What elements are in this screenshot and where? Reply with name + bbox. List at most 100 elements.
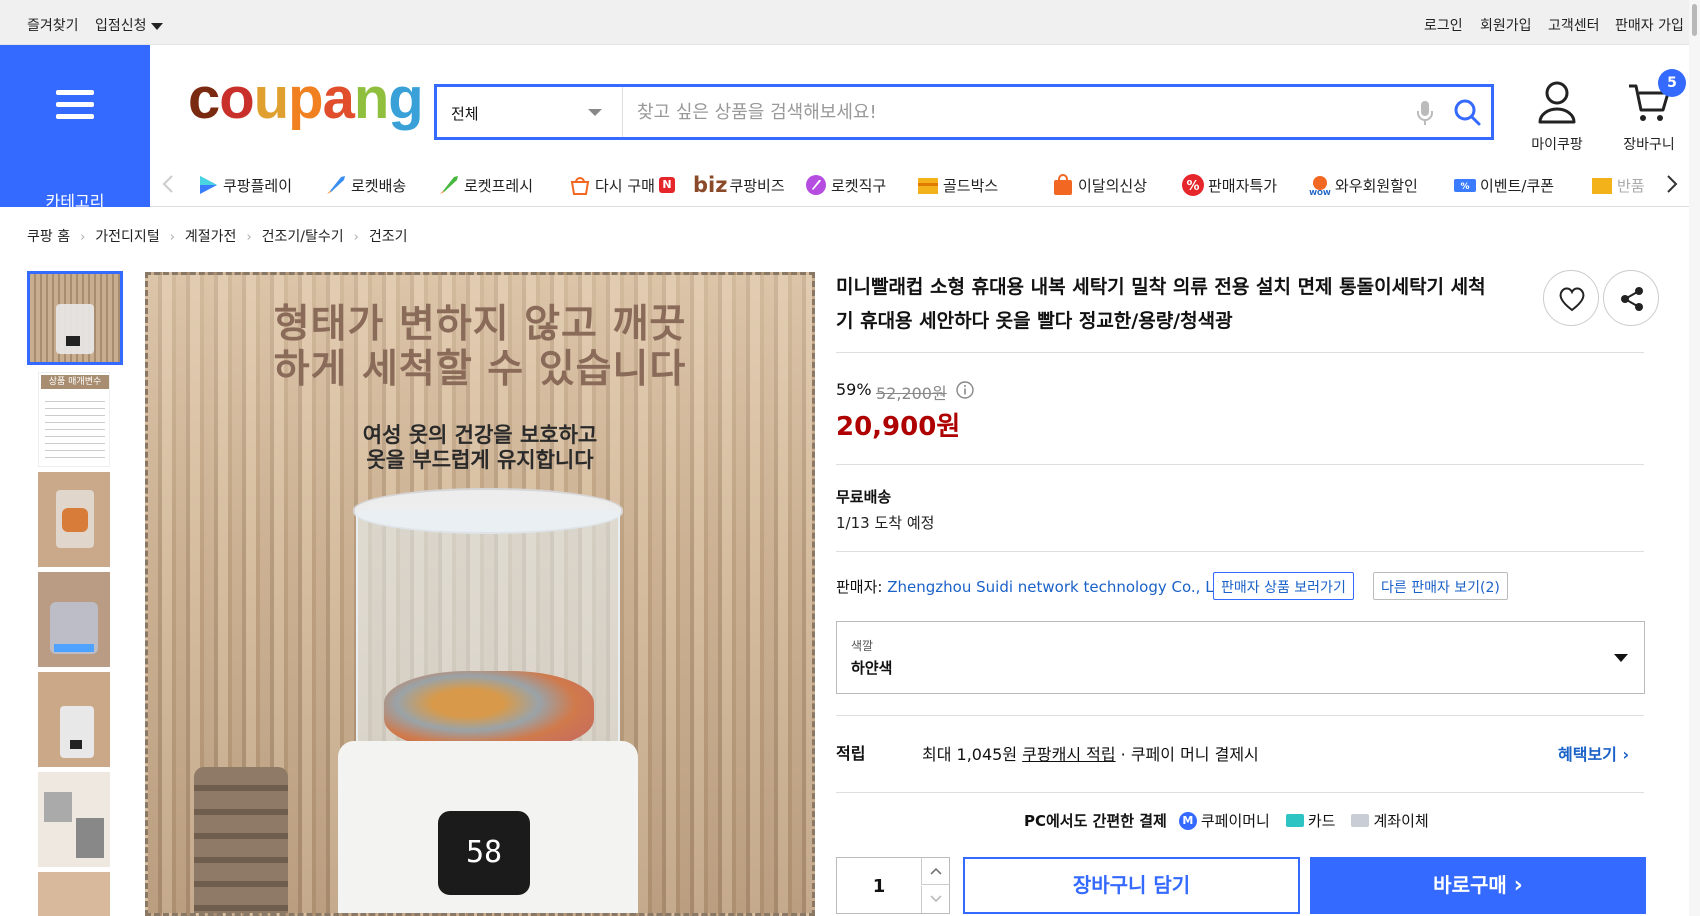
coupang-cash-link[interactable]: 쿠팡캐시 적립 (1022, 745, 1115, 764)
login-link[interactable]: 로그인 (1424, 15, 1463, 35)
breadcrumb-item[interactable]: 쿠팡 홈 (27, 229, 70, 245)
reward-amount: 최대 1,045원 (922, 745, 1018, 764)
logo-letter: p (288, 66, 323, 131)
service-rocket-fresh[interactable]: 로켓프레시 (437, 172, 533, 198)
service-rocket-global[interactable]: 로켓직구 (804, 172, 886, 198)
pay-method-label: 카드 (1307, 812, 1336, 830)
my-coupang-label: 마이쿠팡 (1531, 137, 1583, 153)
service-label: 이벤트/쿠폰 (1480, 176, 1555, 195)
bank-transfer-method: 계좌이체 (1351, 810, 1429, 831)
search-category-select[interactable]: 전체 (437, 87, 623, 137)
service-label: 와우회원할인 (1335, 176, 1418, 195)
divider (836, 551, 1644, 552)
coupay-money-icon: M (1178, 811, 1197, 830)
thumbnail-caption: 상품 매개변수 (41, 375, 109, 389)
divider (836, 715, 1644, 716)
product-thumbnail[interactable]: 상품 매개변수 (38, 372, 110, 467)
breadcrumb-item[interactable]: 계절가전 (185, 229, 237, 245)
new-bag-icon (1054, 174, 1072, 195)
chevron-right-icon: › (169, 230, 175, 245)
chevron-right-icon: › (80, 230, 86, 245)
benefit-label: 혜택보기 (1558, 745, 1617, 764)
service-rocket-delivery[interactable]: 로켓배송 (324, 172, 406, 198)
chevron-right-icon: › (353, 230, 359, 245)
seller-name-link[interactable]: Zhengzhou Suidi network technology Co., … (887, 578, 1234, 596)
product-thumbnail[interactable] (27, 271, 123, 365)
chevron-down-icon (930, 895, 942, 903)
service-goldbox[interactable]: 골드박스 (916, 172, 998, 198)
signup-link[interactable]: 회원가입 (1480, 15, 1532, 35)
goldbox-icon (918, 178, 938, 194)
other-sellers-button[interactable]: 다른 판매자 보기(2) (1373, 572, 1508, 600)
category-menu-button[interactable]: 카테고리 (0, 45, 150, 211)
caret-down-icon (150, 22, 163, 30)
favorites-link[interactable]: 즐겨찾기 (27, 15, 79, 35)
seller-products-button[interactable]: 판매자 상품 보러가기 (1213, 572, 1354, 600)
quantity-decrease-button[interactable] (921, 886, 950, 913)
vendor-apply-menu[interactable]: 입점신청 (95, 15, 163, 35)
breadcrumb-item[interactable]: 건조기 (369, 229, 408, 245)
image-headline: 형태가 변하지 않고 깨끗 하게 세척할 수 있습니다 (273, 302, 687, 392)
arrival-date: 1/13 도착 예정 (836, 514, 935, 532)
microphone-icon[interactable] (1417, 100, 1433, 126)
page-scrollbar[interactable] (1689, 0, 1700, 916)
seller-label: 판매자: (836, 578, 883, 596)
product-thumbnail[interactable] (38, 572, 110, 667)
info-icon[interactable] (956, 381, 974, 399)
service-wow-discount[interactable]: WOW 와우회원할인 (1308, 172, 1418, 198)
service-returns[interactable]: 반품 (1590, 172, 1646, 198)
buy-now-button[interactable]: 바로구매 › (1310, 857, 1646, 914)
coupay-money-method: M 쿠페이머니 (1178, 810, 1270, 831)
service-nav: 쿠팡플레이 로켓배송 로켓프레시 다시 구매 N biz 쿠팡비즈 로켓직구 골… (150, 160, 1690, 207)
scrollbar-thumb[interactable] (1692, 4, 1697, 36)
product-thumbnail[interactable] (38, 772, 110, 867)
service-coupang-play[interactable]: 쿠팡플레이 (196, 172, 292, 198)
quantity-increase-button[interactable] (921, 858, 950, 885)
search-icon[interactable] (1453, 98, 1481, 126)
service-rebuy[interactable]: 다시 구매 N (568, 172, 675, 198)
chevron-right-icon: › (1513, 873, 1523, 898)
breadcrumb: 쿠팡 홈 › 가전디지털 › 계절가전 › 건조기/탈수기 › 건조기 (27, 226, 407, 246)
service-coupang-biz[interactable]: biz 쿠팡비즈 (693, 172, 785, 198)
product-thumbnail[interactable] (38, 672, 110, 767)
chevron-right-icon[interactable] (1666, 174, 1678, 194)
service-label: 다시 구매 (595, 176, 655, 195)
seller-info: 판매자: Zhengzhou Suidi network technology … (836, 576, 1234, 597)
service-label: 반품 (1617, 176, 1645, 195)
rocket-fresh-icon (440, 176, 458, 194)
option-value: 하얀색 (851, 659, 893, 677)
service-label: 로켓프레시 (464, 176, 534, 195)
add-to-cart-button[interactable]: 장바구니 담기 (963, 857, 1300, 914)
breadcrumb-item[interactable]: 건조기/탈수기 (262, 229, 344, 245)
product-main-image[interactable]: 형태가 변하지 않고 깨끗 하게 세척할 수 있습니다 여성 옷의 건강을 보호… (145, 272, 815, 916)
product-thumbnail[interactable] (38, 472, 110, 567)
coupang-logo[interactable]: coupang (188, 70, 424, 128)
product-thumbnail[interactable] (38, 872, 110, 916)
wow-icon: WOW (1309, 176, 1331, 197)
rocket-icon (327, 176, 345, 194)
rebuy-icon (570, 177, 590, 195)
search-input[interactable] (637, 97, 1337, 127)
share-button[interactable] (1603, 270, 1659, 326)
service-event-coupon[interactable]: % 이벤트/쿠폰 (1453, 172, 1554, 198)
service-new-arrivals[interactable]: 이달의신상 (1051, 172, 1147, 198)
benefit-link[interactable]: 혜택보기 › (1558, 741, 1629, 765)
option-label: 색깔 (851, 639, 874, 653)
quantity-stepper: 1 (836, 857, 950, 914)
play-icon (200, 176, 217, 194)
seller-join-link[interactable]: 판매자 가입 (1615, 15, 1684, 35)
my-coupang-button[interactable]: 마이쿠팡 (1517, 80, 1597, 154)
service-seller-deals[interactable]: % 판매자특가 (1181, 172, 1277, 198)
color-option-select[interactable]: 색깔 하얀색 (836, 621, 1645, 694)
customer-center-link[interactable]: 고객센터 (1548, 15, 1600, 35)
category-label: 카테고리 (45, 192, 105, 211)
service-label: 골드박스 (943, 176, 999, 195)
wishlist-button[interactable] (1543, 270, 1599, 326)
quantity-value[interactable]: 1 (837, 876, 921, 897)
chevron-right-icon: › (1622, 745, 1630, 764)
breadcrumb-item[interactable]: 가전디지털 (95, 229, 159, 245)
top-utility-bar: 즐겨찾기 입점신청 로그인 회원가입 고객센터 판매자 가입 (0, 0, 1700, 45)
pay-method-label: 계좌이체 (1373, 812, 1429, 830)
search-bar: 전체 (434, 84, 1494, 140)
chevron-left-icon[interactable] (162, 174, 174, 194)
